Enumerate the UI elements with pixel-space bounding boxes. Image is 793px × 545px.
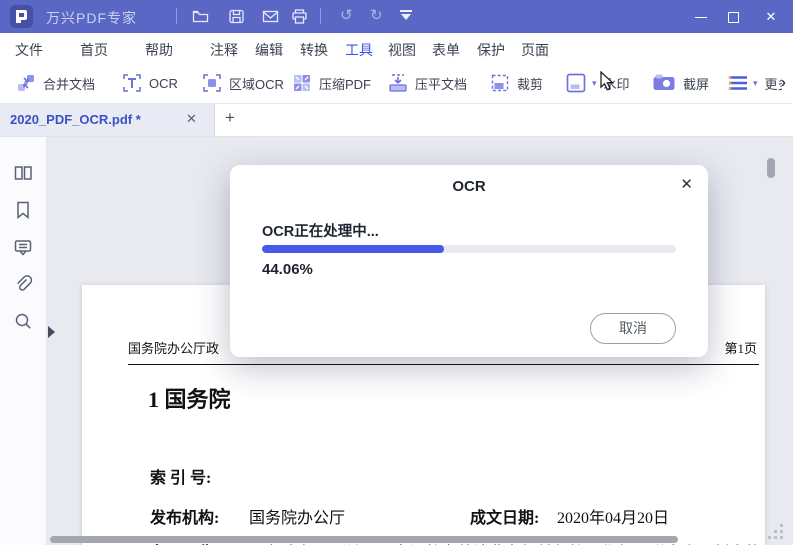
page-number: 第1页 [724, 341, 757, 356]
ocr-progress-dialog: OCR ✕ OCR正在处理中... 44.06% 取消 [230, 165, 708, 357]
cancel-button[interactable]: 取消 [590, 313, 676, 344]
tool-label: 截屏 [683, 76, 710, 92]
close-window-button[interactable]: ✕ [756, 0, 786, 33]
merge-documents-icon [18, 75, 34, 91]
sidebar-expand-handle[interactable] [48, 326, 55, 338]
mouse-cursor [600, 71, 614, 91]
flatten-document-icon [389, 74, 407, 92]
open-folder-icon[interactable] [192, 8, 209, 25]
dialog-close-icon[interactable]: ✕ [680, 175, 693, 193]
more-tools-icon [728, 76, 747, 90]
menu-bar: 文件 首页 帮助 注释 编辑 转换 工具 视图 表单 保护 页面 [0, 33, 793, 94]
comments-icon[interactable] [13, 237, 33, 257]
more-tools-button[interactable]: ▾ 更多 [728, 63, 782, 103]
region-ocr-icon [203, 74, 221, 92]
navigation-sidebar [0, 137, 47, 545]
menu-form[interactable]: 表单 [432, 40, 460, 60]
chevron-down-icon[interactable]: ▾ [592, 78, 597, 89]
print-icon[interactable] [291, 8, 308, 25]
app-title: 万兴PDF专家 [46, 10, 137, 26]
tool-label: OCR [149, 75, 178, 91]
tool-label: 合并文档 [43, 76, 96, 92]
search-icon[interactable] [13, 311, 33, 331]
tool-label: 压平文档 [415, 76, 468, 92]
tools-toolbar: 合并文档 OCR 区域OCR 压缩PDF 压平文档 裁剪 ▾ 水印 截屏 ▾ 更… [0, 63, 793, 104]
field-value: 国务院办公厅 [249, 510, 346, 527]
field-label: 索 引 号: [150, 470, 212, 487]
chevron-down-icon[interactable]: ▾ [753, 78, 758, 89]
redo-icon[interactable]: ↻ [370, 6, 383, 24]
compress-pdf-icon [294, 75, 310, 91]
region-ocr-button[interactable]: 区域OCR [202, 63, 284, 103]
menu-view[interactable]: 视图 [388, 40, 416, 60]
menu-convert[interactable]: 转换 [300, 40, 328, 60]
tool-label: 压缩PDF [319, 76, 372, 92]
tool-label: 更多 [764, 76, 782, 92]
tool-label: 区域OCR [229, 76, 284, 92]
ocr-button[interactable]: OCR [122, 63, 178, 103]
menu-file[interactable]: 文件 [15, 40, 43, 60]
tab-close-icon[interactable]: ✕ [186, 111, 197, 127]
resize-grip[interactable] [768, 524, 786, 540]
menu-edit[interactable]: 编辑 [255, 40, 283, 60]
toolbar-expand-chevron[interactable]: › [781, 74, 786, 91]
tool-label: 裁剪 [517, 76, 544, 92]
field-label: 发布机构: [150, 510, 220, 527]
screenshot-icon [653, 74, 675, 90]
merge-documents-button[interactable]: 合并文档 [16, 63, 95, 103]
maximize-button[interactable] [718, 0, 748, 33]
menu-home[interactable]: 首页 [80, 40, 108, 60]
screenshot-button[interactable]: 截屏 [652, 63, 709, 103]
vertical-scrollbar[interactable] [767, 158, 775, 178]
minimize-button[interactable] [686, 0, 716, 33]
header-rule [128, 364, 759, 365]
tab-title: 2020_PDF_OCR.pdf * [10, 112, 141, 127]
thumbnails-icon[interactable] [13, 163, 33, 183]
bookmarks-icon[interactable] [13, 200, 33, 220]
email-icon[interactable] [262, 8, 279, 25]
ocr-icon [123, 74, 141, 92]
document-tab[interactable]: 2020_PDF_OCR.pdf * ✕ [0, 104, 215, 136]
new-tab-button[interactable]: + [225, 108, 235, 128]
page-header-left: 国务院办公厅政 [128, 341, 220, 356]
document-heading: 1 国务院 [148, 387, 231, 412]
title-bar: 万兴PDF专家 ↺ ↻ ✕ [0, 0, 793, 33]
flatten-document-button[interactable]: 压平文档 [388, 63, 467, 103]
progress-bar-fill [262, 245, 445, 253]
ocr-status-text: OCR正在处理中... [262, 224, 379, 240]
progress-bar-track [262, 245, 676, 253]
customize-toolbar-icon[interactable] [400, 10, 412, 20]
undo-icon[interactable]: ↺ [340, 6, 353, 24]
crop-icon [491, 74, 509, 92]
menu-help[interactable]: 帮助 [145, 40, 173, 60]
dialog-title: OCR [452, 178, 486, 195]
progress-percent-label: 44.06% [262, 261, 313, 278]
field-value: 2020年04月20日 [557, 510, 670, 527]
titlebar-separator [176, 8, 177, 24]
horizontal-scrollbar[interactable] [50, 536, 678, 543]
field-label: 成文日期: [470, 510, 540, 527]
menu-comment[interactable]: 注释 [210, 40, 238, 60]
menu-protect[interactable]: 保护 [477, 40, 505, 60]
save-icon[interactable] [228, 8, 245, 25]
attachments-icon[interactable] [13, 274, 33, 294]
compress-pdf-button[interactable]: 压缩PDF [292, 63, 371, 103]
app-logo-icon [10, 5, 33, 28]
crop-button[interactable]: 裁剪 [490, 63, 543, 103]
document-tab-bar: 2020_PDF_OCR.pdf * ✕ + [0, 104, 793, 137]
titlebar-separator [320, 8, 321, 24]
menu-page[interactable]: 页面 [521, 40, 549, 60]
watermark-icon [566, 73, 586, 93]
